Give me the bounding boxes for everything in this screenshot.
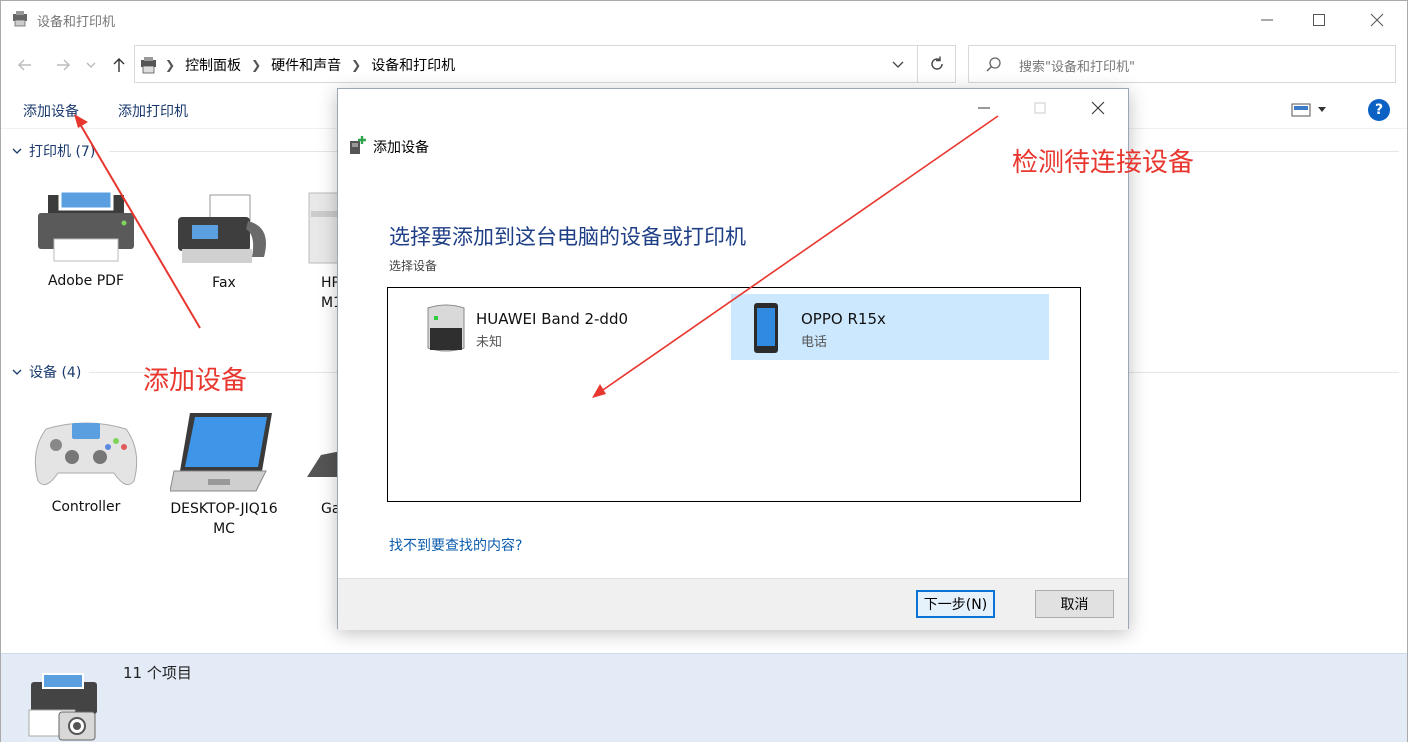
minimize-button[interactable] [1241,1,1293,39]
group-header-devices[interactable]: 设备 (4) [11,362,81,382]
dialog-title: 添加设备 [373,140,429,156]
device-item-desktop[interactable]: DESKTOP-JIQ16 MC [159,411,289,539]
chevron-right-icon[interactable]: ❯ [251,58,261,72]
arrow-up-icon [113,58,125,72]
devices-printers-icon [13,11,27,27]
item-label: Adobe PDF [47,273,124,289]
mfp-printer-icon [308,192,341,264]
close-button[interactable] [1351,1,1403,39]
item-count: 11 个项目 [123,664,192,682]
item-label: Fax [212,275,236,291]
recent-locations-button[interactable] [83,53,99,77]
keyboard-icon [307,451,341,477]
arrow-left-icon [18,59,31,71]
view-icon [1291,103,1311,117]
chevron-down-icon [12,148,22,154]
chevron-right-icon[interactable]: ❯ [351,58,361,72]
add-device-icon [350,136,366,154]
device-item-ga[interactable]: Ga [301,411,341,519]
caret-down-icon [1318,107,1326,112]
dialog-minimize-button[interactable] [958,89,1010,127]
device-type: 未知 [476,335,503,350]
device-item-controller[interactable]: Controller [21,411,151,517]
address-bar[interactable]: ❯ 控制面板 ❯ 硬件和声音 ❯ 设备和打印机 [134,45,918,83]
chevron-down-icon [12,369,22,375]
devices-printers-icon [141,57,156,74]
cancel-button[interactable]: 取消 [1035,590,1114,618]
device-item-adobe-pdf[interactable]: Adobe PDF [21,191,151,291]
arrow-right-icon [57,59,70,71]
search-placeholder: 搜索"设备和打印机" [1019,60,1135,75]
refresh-button[interactable] [918,45,956,83]
annotation-add-device: 添加设备 [143,366,248,396]
minimize-icon [978,107,990,109]
chevron-down-icon [86,62,96,68]
chevron-down-icon[interactable] [891,57,905,71]
dialog-subheading: 选择设备 [389,259,438,273]
item-label: Controller [51,499,121,515]
window-title: 设备和打印机 [37,15,116,30]
generic-device-icon [427,304,465,352]
group-title: 设备 (4) [29,365,82,381]
minimize-icon [1261,19,1273,21]
refresh-icon [930,56,943,70]
help-button[interactable]: ? [1368,99,1390,121]
dialog-maximize-button [1014,89,1066,127]
fax-icon [178,194,266,263]
maximize-icon [1034,102,1046,114]
device-list[interactable]: HUAWEI Band 2-dd0 未知 OPPO R15x 电话 [387,287,1081,502]
device-item-hp[interactable]: HP M1 [301,191,341,313]
add-printer-button[interactable]: 添加打印机 [118,101,188,121]
change-view-button[interactable] [1291,101,1331,119]
device-item-fax[interactable]: Fax [159,191,289,293]
search-input[interactable]: 搜索"设备和打印机" [968,45,1396,83]
add-device-dialog: 添加设备 选择要添加到这台电脑的设备或打印机 选择设备 HUAWEI Band … [337,88,1129,630]
close-icon [1370,13,1384,27]
search-icon [986,57,1001,72]
device-name: HUAWEI Band 2-dd0 [476,310,629,328]
back-button[interactable] [13,53,37,77]
address-row: ❯ 控制面板 ❯ 硬件和声音 ❯ 设备和打印机 搜索"设备和打印机" [1,45,1407,83]
breadcrumb-hardware-sound[interactable]: 硬件和声音 [271,55,341,75]
maximize-icon [1313,14,1325,26]
status-bar: 11 个项目 [1,653,1407,742]
up-button[interactable] [107,53,131,77]
close-icon [1091,101,1105,115]
dialog-heading: 选择要添加到这台电脑的设备或打印机 [389,225,746,249]
dialog-footer: 下一步(N) 取消 [338,578,1128,630]
device-option-oppo-r15x[interactable]: OPPO R15x 电话 [731,294,1049,360]
device-type: 电话 [801,335,828,350]
breadcrumb: ❯ 控制面板 ❯ 硬件和声音 ❯ 设备和打印机 [165,55,455,75]
forward-button[interactable] [51,53,75,77]
phone-icon [754,303,778,353]
annotation-detect-devices: 检测待连接设备 [1012,148,1195,178]
add-device-button[interactable]: 添加设备 [23,101,79,121]
breadcrumb-control-panel[interactable]: 控制面板 [185,55,241,75]
group-header-printers[interactable]: 打印机 (7) [11,141,95,161]
dialog-close-button[interactable] [1072,89,1124,127]
next-button[interactable]: 下一步(N) [916,590,995,618]
device-option-huawei-band[interactable]: HUAWEI Band 2-dd0 未知 [406,294,724,360]
devices-printers-icon [28,673,97,741]
group-title: 打印机 (7) [29,144,96,160]
device-name: OPPO R15x [801,310,886,328]
cant-find-link[interactable]: 找不到要查找的内容? [389,535,522,555]
title-bar: 设备和打印机 [1,1,1407,39]
laptop-icon [170,413,272,492]
breadcrumb-devices-printers[interactable]: 设备和打印机 [371,55,455,75]
maximize-button[interactable] [1293,1,1345,39]
printer-icon [38,191,134,262]
item-label: DESKTOP-JIQ16 MC [170,501,278,537]
chevron-right-icon: ❯ [165,58,176,72]
gamepad-icon [34,422,138,486]
